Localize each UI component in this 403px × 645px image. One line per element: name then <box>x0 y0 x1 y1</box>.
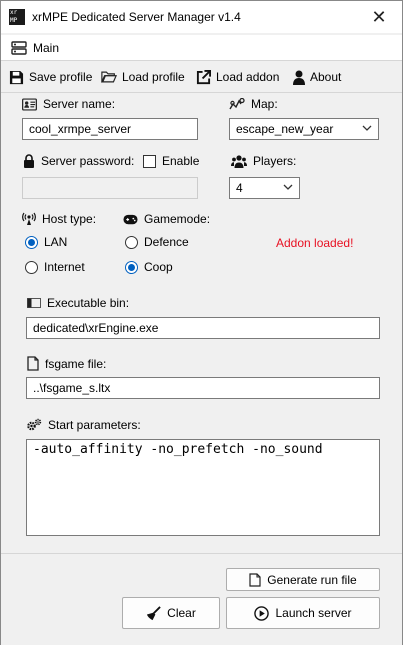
host-type-label: Host type: <box>42 212 97 226</box>
menu-bar: Main <box>1 35 402 61</box>
external-link-icon <box>196 69 211 85</box>
document-icon <box>249 572 261 587</box>
players-select[interactable]: 4 <box>229 177 300 199</box>
executable-bin-input[interactable]: dedicated\xrEngine.exe <box>26 317 380 339</box>
gamepad-icon <box>123 214 138 225</box>
executable-bin-label: Executable bin: <box>47 296 130 310</box>
launch-server-label: Launch server <box>275 606 352 620</box>
save-icon <box>9 70 24 85</box>
close-button[interactable]: ✕ <box>356 1 402 33</box>
map-label: Map: <box>251 97 278 111</box>
start-parameters-textarea[interactable]: -auto_affinity -no_prefetch -no_sound <box>26 439 380 536</box>
folder-open-icon <box>101 70 117 84</box>
users-icon <box>231 154 247 168</box>
broom-icon <box>146 605 161 621</box>
title-bar[interactable]: xr MP xrMPE Dedicated Server Manager v1.4… <box>1 1 402 33</box>
enable-password-label: Enable <box>162 154 200 168</box>
host-type-lan-option[interactable]: LAN <box>25 235 67 249</box>
broadcast-tower-icon <box>22 212 36 226</box>
gamemode-coop-radio[interactable] <box>125 260 138 274</box>
id-card-icon <box>22 97 37 111</box>
server-password-label: Server password: <box>41 154 135 168</box>
window-title: xrMPE Dedicated Server Manager v1.4 <box>32 10 241 24</box>
host-type-lan-label: LAN <box>44 235 68 249</box>
host-type-heading: Host type: <box>22 212 96 226</box>
load-profile-button[interactable]: Load profile <box>101 61 185 93</box>
host-type-internet-label: Internet <box>44 260 85 274</box>
map-select-value: escape_new_year <box>236 122 334 136</box>
save-profile-button[interactable]: Save profile <box>9 61 92 93</box>
players-select-value: 4 <box>236 181 243 195</box>
gamemode-defence-option[interactable]: Defence <box>125 235 189 249</box>
fsgame-file-heading: fsgame file: <box>27 356 106 371</box>
clear-label: Clear <box>167 606 196 620</box>
start-parameters-heading: Start parameters: <box>26 418 141 432</box>
chevron-down-icon <box>362 123 372 133</box>
menu-item-main-label: Main <box>33 41 60 55</box>
clear-button[interactable]: Clear <box>122 597 220 629</box>
load-profile-label: Load profile <box>122 70 185 84</box>
app-window: xr MP xrMPE Dedicated Server Manager v1.4… <box>0 0 403 645</box>
gamemode-coop-label: Coop <box>144 260 173 274</box>
chevron-down-icon <box>283 182 293 192</box>
gears-icon <box>26 418 42 432</box>
gamemode-label: Gamemode: <box>144 212 211 226</box>
start-parameters-label: Start parameters: <box>48 418 141 432</box>
terminal-window-icon <box>27 298 41 308</box>
app-logo-icon: xr MP <box>9 9 25 25</box>
enable-password-checkbox-row[interactable]: Enable <box>143 154 199 168</box>
server-password-input[interactable] <box>22 177 198 199</box>
file-icon <box>27 356 39 371</box>
addon-status-text: Addon loaded! <box>276 236 354 250</box>
load-addon-button[interactable]: Load addon <box>196 61 279 93</box>
map-heading: Map: <box>229 97 278 111</box>
close-icon: ✕ <box>371 7 387 27</box>
host-type-internet-option[interactable]: Internet <box>25 260 85 274</box>
host-type-lan-radio[interactable] <box>25 235 38 249</box>
generate-run-file-label: Generate run file <box>267 572 357 587</box>
load-addon-label: Load addon <box>216 70 280 84</box>
menu-item-main[interactable]: Main <box>5 37 65 59</box>
fsgame-file-input[interactable]: ..\fsgame_s.ltx <box>26 377 380 399</box>
map-route-icon <box>229 98 245 110</box>
enable-password-checkbox[interactable] <box>143 154 156 168</box>
generate-run-file-button[interactable]: Generate run file <box>226 568 380 591</box>
map-select[interactable]: escape_new_year <box>229 118 379 140</box>
executable-bin-heading: Executable bin: <box>27 296 129 310</box>
server-name-label: Server name: <box>43 97 116 111</box>
players-label: Players: <box>253 154 297 168</box>
host-type-internet-radio[interactable] <box>25 260 38 274</box>
server-icon <box>11 41 27 55</box>
server-name-heading: Server name: <box>22 97 115 111</box>
play-circle-icon <box>254 605 270 621</box>
gamemode-coop-option[interactable]: Coop <box>125 260 173 274</box>
server-name-input[interactable]: cool_xrmpe_server <box>22 118 198 140</box>
lock-icon <box>23 154 35 168</box>
gamemode-defence-label: Defence <box>144 235 189 249</box>
server-password-heading: Server password: <box>23 154 134 168</box>
players-heading: Players: <box>231 154 296 168</box>
about-label: About <box>310 70 342 84</box>
launch-server-button[interactable]: Launch server <box>226 597 380 629</box>
gamemode-defence-radio[interactable] <box>125 235 138 249</box>
save-profile-label: Save profile <box>29 70 93 84</box>
gamemode-heading: Gamemode: <box>123 212 210 226</box>
fsgame-file-label: fsgame file: <box>45 356 107 371</box>
about-button[interactable]: About <box>293 61 341 93</box>
toolbar: Save profile Load profile Load addon Abo… <box>1 61 402 93</box>
user-icon <box>293 70 305 85</box>
